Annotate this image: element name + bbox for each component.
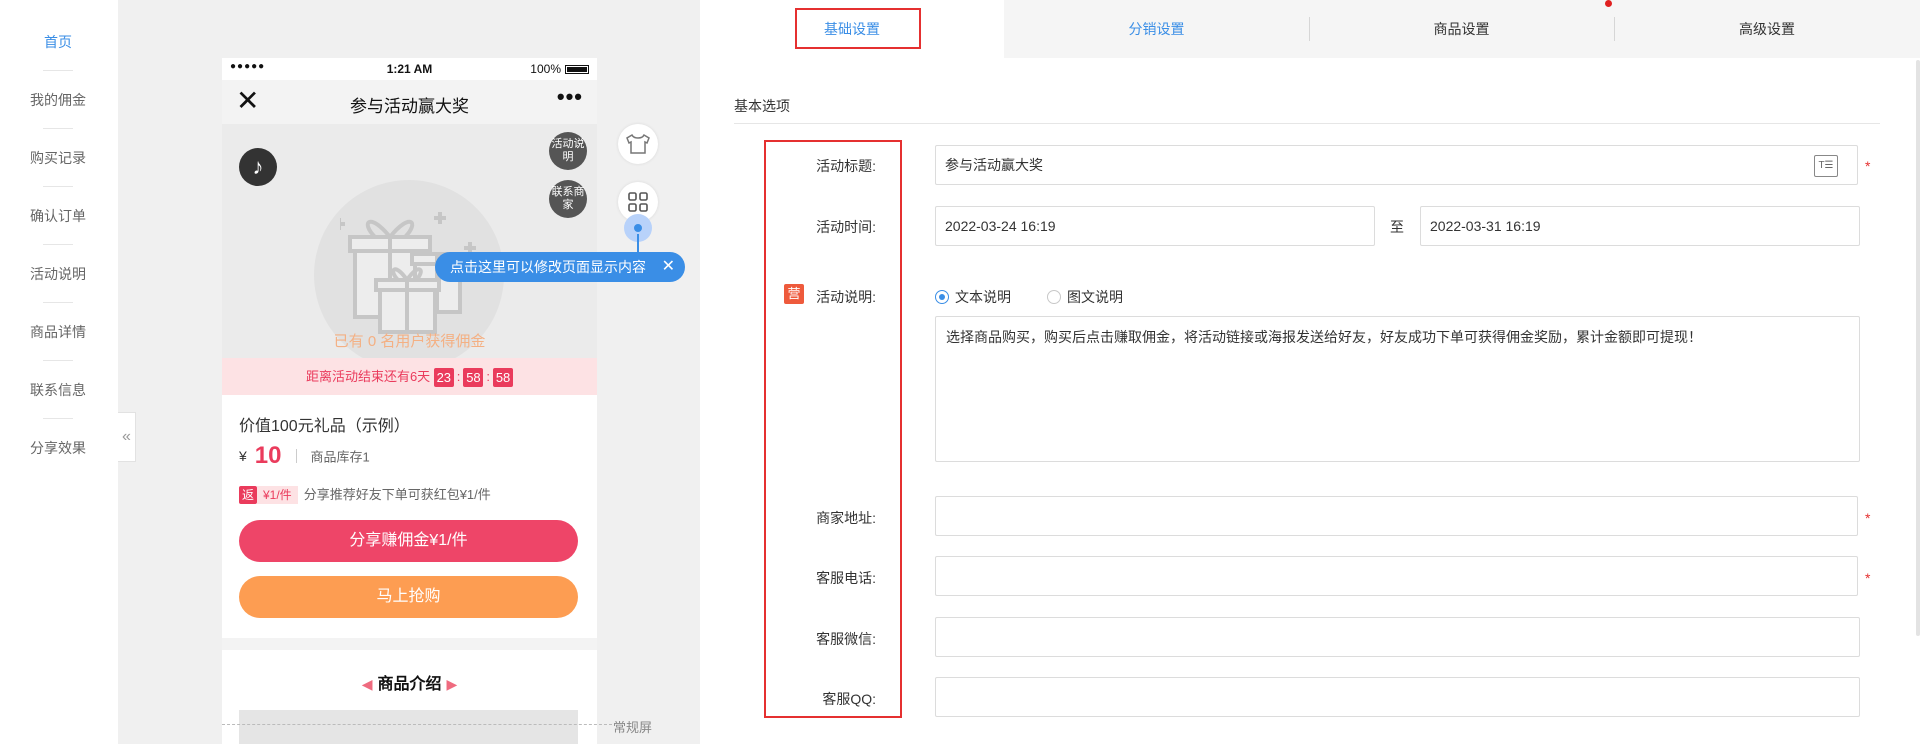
edit-content-tooltip: 点击这里可以修改页面显示内容 ✕ <box>435 252 685 282</box>
rebate-text: 分享推荐好友下单可获红包¥1/件 <box>303 487 491 502</box>
service-wechat-input[interactable] <box>935 617 1860 657</box>
section-title: 基本选项 <box>734 98 790 114</box>
product-intro-title: ◀ 商品介绍 ▶ <box>361 676 458 693</box>
tab-advanced-settings[interactable]: 高级设置 <box>1614 0 1920 58</box>
activity-description-textarea[interactable]: 选择商品购买，购买后点击赚取佣金，将活动链接或海报发送给好友，好友成功下单可获得… <box>935 316 1860 462</box>
nav-divider <box>43 186 73 187</box>
required-mark: * <box>1865 570 1871 586</box>
product-name: 价值100元礼品（示例） <box>239 418 410 435</box>
rebate-row: 返 ¥1/件 分享推荐好友下单可获红包¥1/件 <box>239 484 491 504</box>
required-mark: * <box>1865 158 1871 174</box>
tab-product-settings[interactable]: 商品设置 <box>1309 0 1614 58</box>
activity-description-bubble[interactable]: 活动说明 <box>549 132 587 170</box>
nav-divider <box>43 302 73 303</box>
page-root: 首页 我的佣金 购买记录 确认订单 活动说明 商品详情 联系信息 分享效果 « … <box>0 0 1920 744</box>
start-time-input[interactable]: 2022-03-24 16:19 <box>935 206 1375 246</box>
nav-item-my-commission[interactable]: 我的佣金 <box>0 90 116 110</box>
nav-divider <box>43 360 73 361</box>
users-earned-text: 已有 0 名用户获得佣金 <box>333 333 486 350</box>
section-gap <box>222 638 597 650</box>
section-divider <box>734 123 1880 124</box>
battery-icon <box>565 65 589 74</box>
countdown-seconds: 58 <box>493 368 514 388</box>
activity-banner[interactable]: ♪ 活动说明 联系商家 已有 0 名用户获得佣金 <box>222 124 597 358</box>
buy-now-button[interactable]: 马上抢购 <box>239 576 578 618</box>
nav-item-product-details[interactable]: 商品详情 <box>0 322 116 342</box>
product-stock: 商品库存1 <box>310 449 370 465</box>
radio-image-description[interactable]: 图文说明 <box>1047 287 1123 307</box>
nav-item-confirm-order[interactable]: 确认订单 <box>0 206 116 226</box>
product-price: 10 <box>254 442 282 469</box>
phone-titlebar: ✕ 参与活动赢大奖 ••• <box>222 80 597 124</box>
highlight-form-labels <box>764 140 902 718</box>
normal-screen-guide-line <box>222 724 612 725</box>
rebate-amount: ¥1/件 <box>257 486 298 504</box>
service-phone-input[interactable] <box>935 556 1858 596</box>
radio-text-description[interactable]: 文本说明 <box>935 287 1011 307</box>
normal-screen-label: 常规屏 <box>613 720 653 735</box>
nav-item-contact-info[interactable]: 联系信息 <box>0 380 116 400</box>
countdown-minutes: 58 <box>463 368 484 388</box>
tab-separator <box>1309 17 1310 41</box>
phone-status-bar: ●●●●● 1:21 AM 100% <box>222 58 597 80</box>
tooltip-pointer-line <box>637 234 639 252</box>
contact-merchant-bubble[interactable]: 联系商家 <box>549 180 587 218</box>
product-intro-placeholder <box>239 710 578 744</box>
nav-divider <box>43 418 73 419</box>
countdown-hours: 23 <box>433 368 454 388</box>
nav-divider <box>43 70 73 71</box>
notification-dot <box>1605 0 1612 7</box>
nav-item-purchase-records[interactable]: 购买记录 <box>0 148 116 168</box>
text-format-icon[interactable]: T☰ <box>1814 155 1838 177</box>
nav-divider <box>43 244 73 245</box>
music-icon[interactable]: ♪ <box>239 148 277 186</box>
share-commission-button[interactable]: 分享赚佣金¥1/件 <box>239 520 578 562</box>
countdown-label: 距离活动结束还有6天 <box>305 369 431 384</box>
nav-item-share-effect[interactable]: 分享效果 <box>0 438 116 458</box>
highlight-basic-tab <box>795 8 921 49</box>
required-mark: * <box>1865 510 1871 526</box>
more-icon[interactable]: ••• <box>557 84 583 110</box>
tshirt-icon[interactable] <box>618 124 658 164</box>
tab-separator <box>1614 17 1615 41</box>
nav-item-activity-description[interactable]: 活动说明 <box>0 264 116 284</box>
activity-title-input[interactable]: 参与活动赢大奖 <box>935 145 1858 185</box>
arrow-right-icon: ▶ <box>446 676 458 692</box>
tab-distribution-settings[interactable]: 分销设置 <box>1004 0 1309 58</box>
phone-page-title: 参与活动赢大奖 <box>350 97 469 116</box>
scrollbar[interactable] <box>1916 60 1920 636</box>
merchant-address-input[interactable] <box>935 496 1858 536</box>
currency-symbol: ¥ <box>239 448 247 464</box>
nav-divider <box>43 128 73 129</box>
tooltip-close-icon[interactable]: ✕ <box>662 252 675 282</box>
arrow-left-icon: ◀ <box>361 676 373 692</box>
nav-item-home[interactable]: 首页 <box>0 32 116 52</box>
countdown-bar: 距离活动结束还有6天 23:58:58 <box>222 358 597 395</box>
time-range-separator: 至 <box>1390 219 1404 235</box>
price-row: ¥10 商品库存1 <box>239 442 370 472</box>
collapse-nav-button[interactable]: « <box>118 412 136 462</box>
service-qq-input[interactable] <box>935 677 1860 717</box>
phone-preview: ●●●●● 1:21 AM 100% ✕ 参与活动赢大奖 ••• ♪ 活动说明 … <box>222 58 597 744</box>
end-time-input[interactable]: 2022-03-31 16:19 <box>1420 206 1860 246</box>
battery-percent: 100% <box>530 62 561 76</box>
left-nav: 首页 我的佣金 购买记录 确认订单 活动说明 商品详情 联系信息 分享效果 <box>0 0 118 744</box>
rebate-tag: 返 <box>239 486 257 504</box>
